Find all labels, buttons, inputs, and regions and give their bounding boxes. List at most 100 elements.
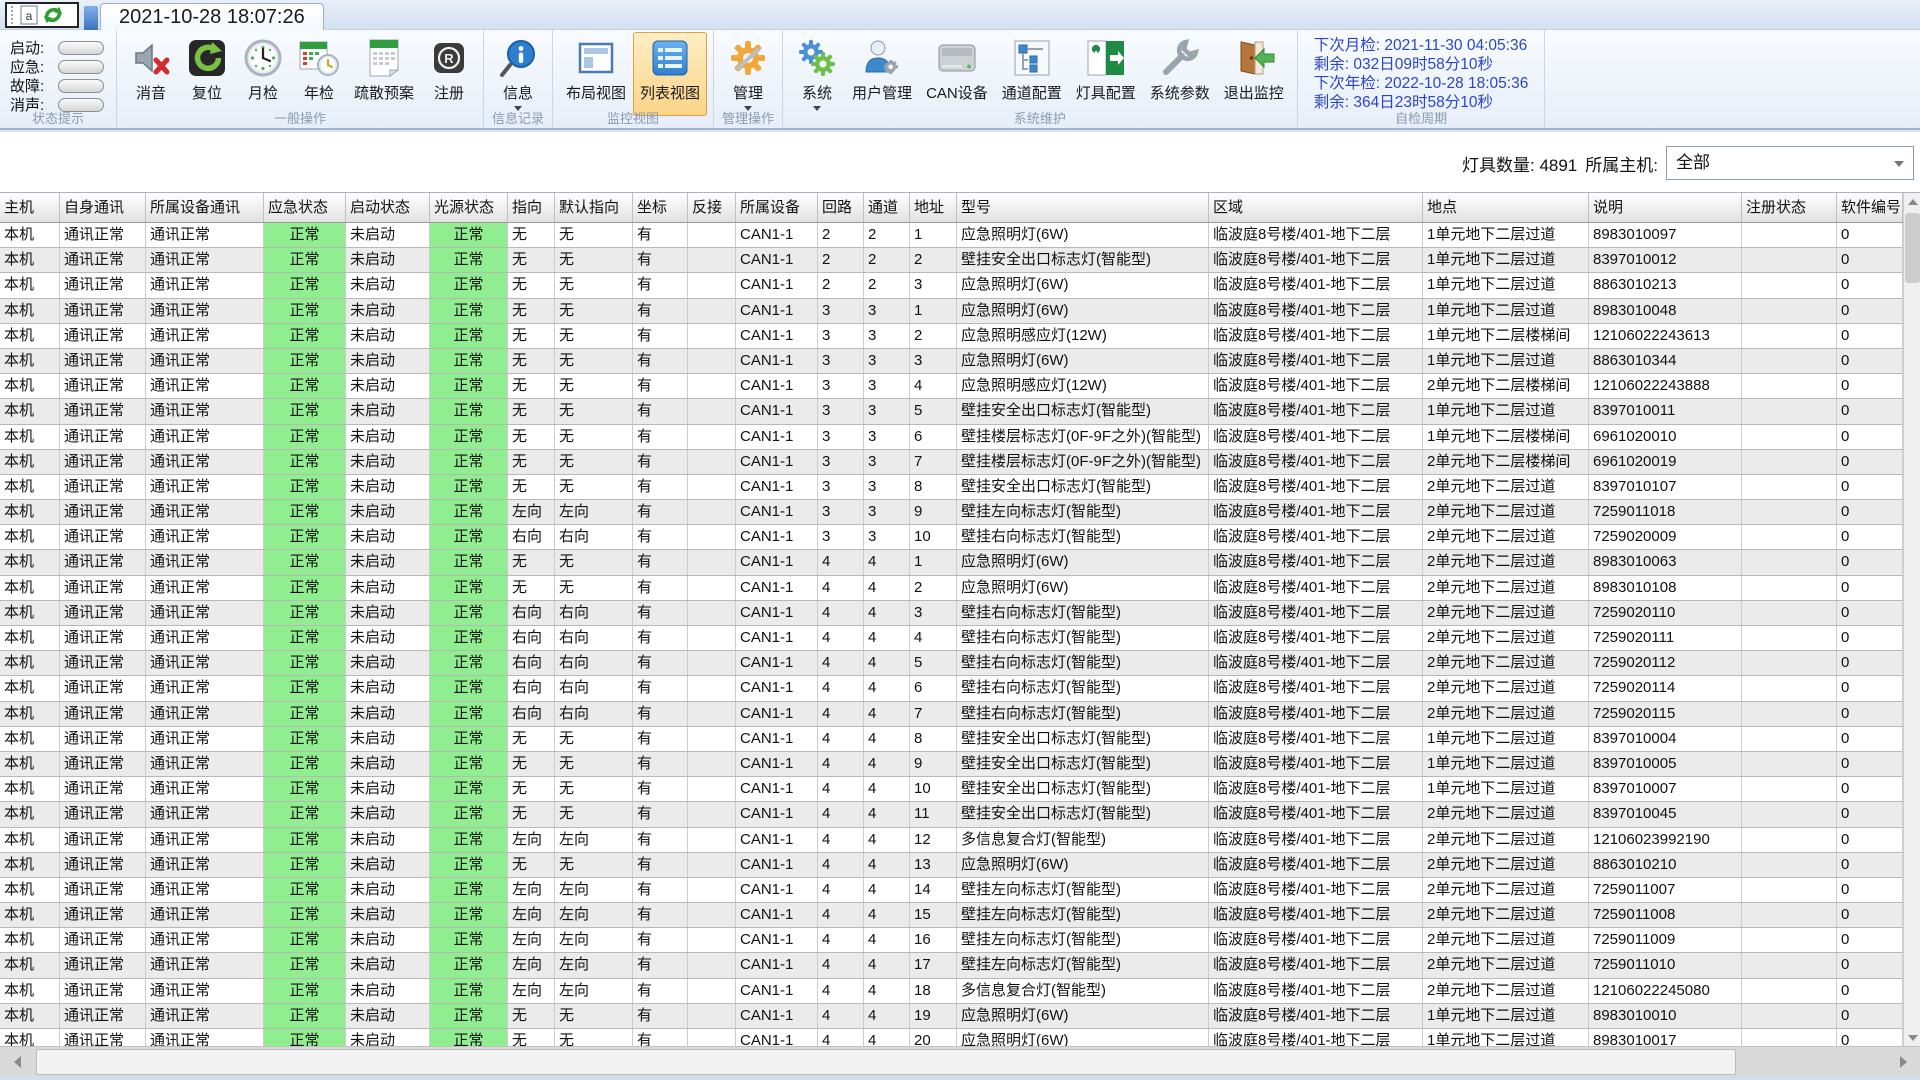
host-select[interactable]: 全部 [1666, 146, 1914, 180]
system-button[interactable]: 系统 [789, 32, 845, 116]
table-row[interactable]: 本机通讯正常通讯正常正常未启动正常右向右向有CAN1-1443壁挂右向标志灯(智… [0, 601, 1903, 626]
scroll-up-button[interactable] [1904, 193, 1920, 210]
table-row[interactable]: 本机通讯正常通讯正常正常未启动正常无无有CAN1-1335壁挂安全出口标志灯(智… [0, 399, 1903, 424]
vertical-scroll-thumb[interactable] [1905, 213, 1920, 283]
mute-button[interactable]: 消音 [123, 32, 179, 116]
column-header-9[interactable]: 坐标 [633, 193, 688, 222]
channel-config-button[interactable]: 通道配置 [995, 32, 1069, 116]
column-header-1[interactable]: 主机 [0, 193, 60, 222]
column-header-17[interactable]: 地点 [1423, 193, 1589, 222]
column-header-20[interactable]: 软件编号 [1837, 193, 1903, 222]
layout-view-button[interactable]: 布局视图 [559, 32, 633, 116]
info-button[interactable]: 信息 [490, 32, 546, 116]
column-header-8[interactable]: 默认指向 [555, 193, 633, 222]
table-row[interactable]: 本机通讯正常通讯正常正常未启动正常无无有CAN1-14420应急照明灯(6W)临… [0, 1029, 1903, 1046]
table-row[interactable]: 本机通讯正常通讯正常正常未启动正常无无有CAN1-1449壁挂安全出口标志灯(智… [0, 752, 1903, 777]
table-cell [688, 248, 736, 272]
table-row[interactable]: 本机通讯正常通讯正常正常未启动正常无无有CAN1-1223应急照明灯(6W)临波… [0, 273, 1903, 298]
table-cell: 正常 [430, 903, 508, 927]
refresh-icon[interactable] [43, 5, 63, 25]
table-cell: 右向 [555, 676, 633, 700]
table-cell: 通讯正常 [146, 878, 264, 902]
column-header-19[interactable]: 注册状态 [1742, 193, 1837, 222]
table-row[interactable]: 本机通讯正常通讯正常正常未启动正常左向左向有CAN1-14416壁挂左向标志灯(… [0, 928, 1903, 953]
table-row[interactable]: 本机通讯正常通讯正常正常未启动正常无无有CAN1-14410壁挂安全出口标志灯(… [0, 777, 1903, 802]
ribbon-group-general: 消音 复位 月检 年检 疏散预案 R [117, 30, 484, 128]
table-row[interactable]: 本机通讯正常通讯正常正常未启动正常无无有CAN1-1336壁挂楼层标志灯(0F-… [0, 425, 1903, 450]
scroll-left-button[interactable] [0, 1047, 34, 1077]
column-header-6[interactable]: 光源状态 [430, 193, 508, 222]
document-icon[interactable]: a [19, 5, 39, 25]
horizontal-scroll-thumb[interactable] [36, 1049, 1736, 1075]
table-row[interactable]: 本机通讯正常通讯正常正常未启动正常左向左向有CAN1-14414壁挂左向标志灯(… [0, 878, 1903, 903]
table-row[interactable]: 本机通讯正常通讯正常正常未启动正常无无有CAN1-1331应急照明灯(6W)临波… [0, 299, 1903, 324]
active-tab-title[interactable]: 2021-10-28 18:07:26 [100, 3, 324, 31]
table-row[interactable]: 本机通讯正常通讯正常正常未启动正常无无有CAN1-14413应急照明灯(6W)临… [0, 853, 1903, 878]
table-row[interactable]: 本机通讯正常通讯正常正常未启动正常左向左向有CAN1-1339壁挂左向标志灯(智… [0, 500, 1903, 525]
table-row[interactable]: 本机通讯正常通讯正常正常未启动正常右向右向有CAN1-1445壁挂右向标志灯(智… [0, 651, 1903, 676]
horizontal-scrollbar[interactable] [0, 1046, 1920, 1076]
manage-button[interactable]: 管理 [720, 32, 776, 116]
column-header-11[interactable]: 所属设备 [736, 193, 818, 222]
evacuation-plan-button[interactable]: 疏散预案 [347, 32, 421, 116]
list-view-button[interactable]: 列表视图 [633, 32, 707, 116]
vertical-scrollbar[interactable] [1903, 193, 1920, 1046]
table-row[interactable]: 本机通讯正常通讯正常正常未启动正常无无有CAN1-14419应急照明灯(6W)临… [0, 1004, 1903, 1029]
system-params-button[interactable]: 系统参数 [1143, 32, 1217, 116]
table-cell: 本机 [0, 576, 60, 600]
table-cell: 通讯正常 [60, 979, 146, 1003]
user-manage-button[interactable]: 用户管理 [845, 32, 919, 116]
column-header-10[interactable]: 反接 [688, 193, 736, 222]
column-header-2[interactable]: 自身通讯 [60, 193, 146, 222]
table-row[interactable]: 本机通讯正常通讯正常正常未启动正常无无有CAN1-1222壁挂安全出口标志灯(智… [0, 248, 1903, 273]
table-cell: 本机 [0, 903, 60, 927]
column-header-7[interactable]: 指向 [508, 193, 555, 222]
annual-check-button[interactable]: 年检 [291, 32, 347, 116]
table-row[interactable]: 本机通讯正常通讯正常正常未启动正常左向左向有CAN1-14417壁挂左向标志灯(… [0, 953, 1903, 978]
table-row[interactable]: 本机通讯正常通讯正常正常未启动正常无无有CAN1-1333应急照明灯(6W)临波… [0, 349, 1903, 374]
table-row[interactable]: 本机通讯正常通讯正常正常未启动正常无无有CAN1-1442应急照明灯(6W)临波… [0, 576, 1903, 601]
table-row[interactable]: 本机通讯正常通讯正常正常未启动正常左向左向有CAN1-14415壁挂左向标志灯(… [0, 903, 1903, 928]
reset-button[interactable]: 复位 [179, 32, 235, 116]
lamp-config-button[interactable]: 灯具配置 [1069, 32, 1143, 116]
table-cell [1742, 475, 1837, 499]
arrow-right-icon [1900, 1056, 1907, 1068]
table-cell [1742, 324, 1837, 348]
monthly-check-button[interactable]: 月检 [235, 32, 291, 116]
column-header-4[interactable]: 应急状态 [264, 193, 346, 222]
scroll-right-button[interactable] [1886, 1047, 1920, 1077]
column-header-16[interactable]: 区域 [1209, 193, 1423, 222]
column-header-18[interactable]: 说明 [1589, 193, 1742, 222]
table-row[interactable]: 本机通讯正常通讯正常正常未启动正常右向右向有CAN1-1446壁挂右向标志灯(智… [0, 676, 1903, 701]
table-row[interactable]: 本机通讯正常通讯正常正常未启动正常无无有CAN1-1441应急照明灯(6W)临波… [0, 550, 1903, 575]
next-monthly-check: 下次月检: 2021-11-30 04:05:36 [1314, 36, 1529, 55]
table-row[interactable]: 本机通讯正常通讯正常正常未启动正常无无有CAN1-1332应急照明感应灯(12W… [0, 324, 1903, 349]
table-row[interactable]: 本机通讯正常通讯正常正常未启动正常右向右向有CAN1-13310壁挂右向标志灯(… [0, 525, 1903, 550]
column-header-12[interactable]: 回路 [818, 193, 864, 222]
scroll-down-button[interactable] [1904, 1029, 1920, 1046]
table-row[interactable]: 本机通讯正常通讯正常正常未启动正常左向左向有CAN1-14412多信息复合灯(智… [0, 828, 1903, 853]
table-row[interactable]: 本机通讯正常通讯正常正常未启动正常无无有CAN1-1337壁挂楼层标志灯(0F-… [0, 450, 1903, 475]
table-row[interactable]: 本机通讯正常通讯正常正常未启动正常无无有CAN1-1334应急照明感应灯(12W… [0, 374, 1903, 399]
table-row[interactable]: 本机通讯正常通讯正常正常未启动正常右向右向有CAN1-1447壁挂右向标志灯(智… [0, 702, 1903, 727]
table-cell: 正常 [264, 676, 346, 700]
table-row[interactable]: 本机通讯正常通讯正常正常未启动正常无无有CAN1-1221应急照明灯(6W)临波… [0, 223, 1903, 248]
column-header-3[interactable]: 所属设备通讯 [146, 193, 264, 222]
table-row[interactable]: 本机通讯正常通讯正常正常未启动正常无无有CAN1-1338壁挂安全出口标志灯(智… [0, 475, 1903, 500]
column-header-14[interactable]: 地址 [910, 193, 957, 222]
column-header-5[interactable]: 启动状态 [346, 193, 430, 222]
column-header-13[interactable]: 通道 [864, 193, 910, 222]
table-row[interactable]: 本机通讯正常通讯正常正常未启动正常无无有CAN1-14411壁挂安全出口标志灯(… [0, 802, 1903, 827]
table-row[interactable]: 本机通讯正常通讯正常正常未启动正常左向左向有CAN1-14418多信息复合灯(智… [0, 979, 1903, 1004]
table-cell: 未启动 [346, 777, 430, 801]
table-cell: 4 [818, 550, 864, 574]
table-cell: CAN1-1 [736, 928, 818, 952]
exit-monitor-button[interactable]: 退出监控 [1217, 32, 1291, 116]
table-row[interactable]: 本机通讯正常通讯正常正常未启动正常无无有CAN1-1448壁挂安全出口标志灯(智… [0, 727, 1903, 752]
table-cell: CAN1-1 [736, 374, 818, 398]
column-header-15[interactable]: 型号 [957, 193, 1209, 222]
can-device-button[interactable]: CAN设备 [919, 32, 995, 116]
table-row[interactable]: 本机通讯正常通讯正常正常未启动正常右向右向有CAN1-1444壁挂右向标志灯(智… [0, 626, 1903, 651]
register-button[interactable]: R 注册 [421, 32, 477, 116]
table-cell: 4 [818, 777, 864, 801]
